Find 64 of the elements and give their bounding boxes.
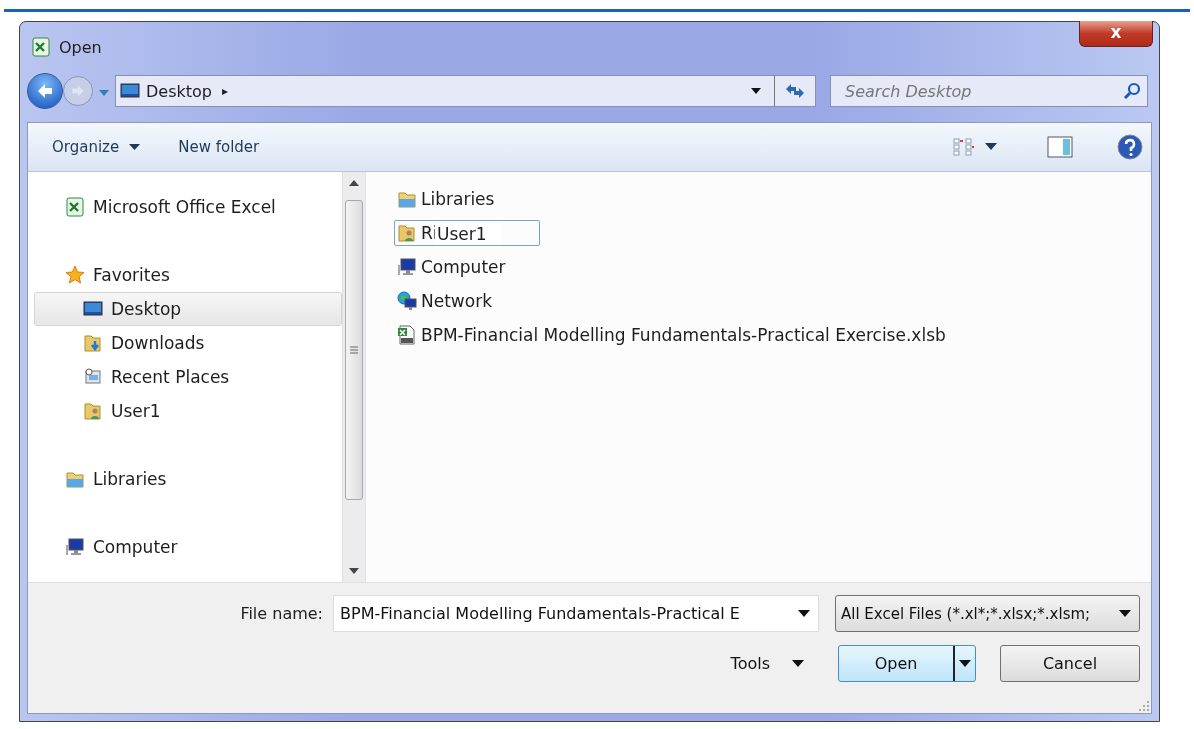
breadcrumb-separator[interactable]: ▸ [222, 84, 228, 98]
open-button[interactable]: Open [838, 645, 976, 682]
caret-icon [792, 659, 804, 668]
caret-icon [750, 87, 762, 95]
sidebar-item[interactable]: Recent Places [34, 360, 342, 394]
resize-grip-icon[interactable] [1139, 701, 1149, 711]
sidebar-item[interactable]: User1 [34, 394, 342, 428]
cancel-button[interactable]: Cancel [1000, 645, 1140, 682]
star-icon [65, 265, 85, 285]
scrollbar[interactable] [342, 172, 365, 582]
library-folder-icon [397, 189, 417, 209]
recent-places-icon [83, 367, 103, 387]
tools-button[interactable]: Tools [724, 653, 810, 674]
folder-download-icon [83, 333, 103, 353]
file-item[interactable]: Network [394, 288, 497, 314]
file-item[interactable]: BPM-Financial Modelling Fundamentals-Practical Exercise.xlsb [394, 322, 951, 348]
address-bar[interactable]: Desktop ▸ [115, 75, 775, 107]
file-name-label: File name: [240, 604, 323, 623]
spreadsheet-file-icon [397, 325, 417, 345]
search-field[interactable]: Search Desktop [843, 80, 1123, 102]
dropdown-caret-icon[interactable] [750, 87, 762, 95]
help-button[interactable] [1117, 134, 1143, 160]
caret-icon [798, 609, 810, 618]
sidebar-item[interactable]: Microsoft Office Excel [34, 190, 342, 224]
refresh-button[interactable] [774, 75, 816, 107]
view-options-button[interactable] [953, 137, 997, 157]
user-folder-icon [83, 401, 103, 421]
file-name-box[interactable]: BPM-Financial Modelling Fundamentals-Practical E [333, 595, 819, 632]
computer-icon [65, 537, 85, 557]
library-folder-icon [65, 469, 85, 489]
sidebar-item[interactable]: Libraries [34, 462, 342, 496]
grip-lines-icon [350, 346, 358, 354]
file-item[interactable]: Libraries [394, 186, 500, 212]
toolbar-button[interactable]: New folder [174, 134, 264, 160]
preview-pane-button[interactable] [1047, 136, 1073, 158]
back-button[interactable] [27, 73, 63, 109]
sidebar-item[interactable]: Favorites [34, 258, 342, 292]
user-folder-icon [397, 223, 417, 243]
caret-icon [99, 89, 109, 97]
monitor-icon [120, 81, 140, 101]
scroll-down-icon[interactable] [349, 568, 359, 574]
network-icon [397, 291, 417, 311]
right-arrow-icon [70, 83, 86, 99]
sidebar-item[interactable]: Computer [34, 530, 342, 564]
caret-icon [985, 143, 997, 151]
scroll-up-icon[interactable] [349, 180, 359, 186]
spreadsheet-icon [65, 197, 85, 217]
caret-icon [959, 659, 971, 668]
computer-icon [397, 257, 417, 277]
app-icon [31, 37, 51, 57]
window-title: Open [59, 37, 102, 57]
toolbar-button[interactable]: Organize [48, 134, 145, 160]
breadcrumb-item[interactable]: Desktop [146, 81, 212, 101]
sidebar-item[interactable]: Desktop [34, 292, 342, 326]
close-button[interactable]: x [1079, 21, 1153, 47]
file-item[interactable]: Computer [394, 254, 511, 280]
sidebar-item[interactable]: Downloads [34, 326, 342, 360]
search-icon [1123, 82, 1141, 100]
search-box[interactable]: Search Desktop [830, 75, 1148, 107]
file-name-field[interactable]: BPM-Financial Modelling Fundamentals-Practical E [340, 604, 792, 623]
refresh-icon [784, 82, 806, 100]
file-type-dropdown[interactable]: All Excel Files (*.xl*;*.xlsx;*.xlsm; [835, 595, 1140, 632]
monitor-icon [83, 299, 103, 319]
caret-icon [1119, 609, 1131, 618]
